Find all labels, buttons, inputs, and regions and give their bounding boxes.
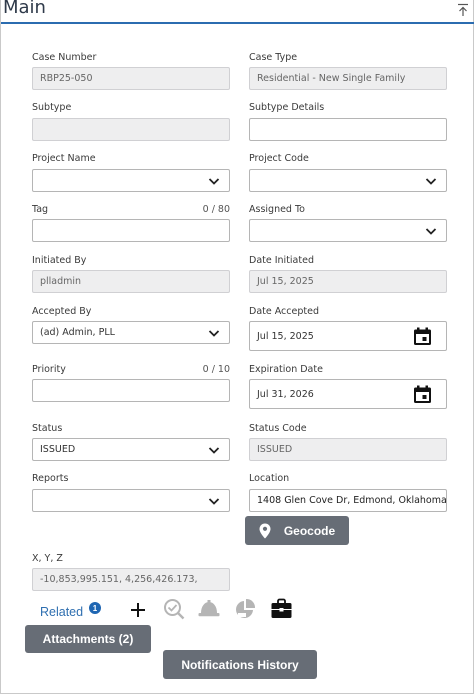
status-code-label: Status Code — [249, 423, 307, 434]
expiration-date-label: Expiration Date — [249, 364, 323, 375]
chevron-down-icon — [425, 178, 437, 185]
assigned-to-label: Assigned To — [249, 204, 305, 215]
chevron-down-icon — [425, 228, 437, 235]
attachments-button[interactable]: Attachments (2) — [25, 625, 151, 653]
subtype-field — [32, 118, 230, 141]
notifications-history-label: Notifications History — [181, 657, 299, 672]
date-initiated-label: Date Initiated — [249, 255, 314, 266]
date-accepted-label: Date Accepted — [249, 306, 319, 317]
case-number-label: Case Number — [32, 52, 97, 63]
case-number-field: RBP25-050 — [32, 67, 230, 90]
location-input[interactable]: 1408 Glen Cove Dr, Edmond, Oklahoma, 73 — [249, 489, 447, 512]
status-code-value: ISSUED — [257, 444, 293, 455]
date-accepted-input[interactable]: Jul 15, 2025 — [249, 321, 447, 351]
tag-label: Tag — [32, 204, 49, 215]
chevron-down-icon — [208, 178, 220, 185]
status-dropdown[interactable]: ISSUED — [32, 438, 230, 461]
initiated-by-field: plladmin — [32, 270, 230, 293]
accepted-by-dropdown[interactable]: (ad) Admin, PLL — [32, 321, 230, 344]
case-number-value: RBP25-050 — [40, 73, 93, 84]
case-type-field: Residential - New Single Family — [249, 67, 447, 90]
expiration-date-input[interactable]: Jul 31, 2026 — [249, 379, 447, 409]
case-type-label: Case Type — [249, 52, 298, 63]
calendar-icon[interactable] — [413, 385, 432, 404]
initiated-by-label: Initiated By — [32, 255, 87, 266]
date-accepted-value: Jul 15, 2025 — [257, 330, 314, 342]
subtype-label: Subtype — [32, 102, 72, 113]
main-panel: Main Case Number RBP25-050 Case Type Res… — [0, 0, 474, 694]
initiated-by-value: plladmin — [40, 276, 82, 287]
related-link[interactable]: Related — [40, 605, 83, 619]
project-name-dropdown[interactable] — [32, 169, 230, 192]
status-label: Status — [32, 423, 63, 434]
notifications-history-button[interactable]: Notifications History — [163, 650, 317, 679]
project-code-label: Project Code — [249, 153, 309, 164]
pie-chart-icon[interactable] — [234, 598, 256, 620]
tag-input[interactable] — [32, 219, 230, 242]
priority-label: Priority — [32, 364, 66, 375]
expiration-date-value: Jul 31, 2026 — [257, 388, 314, 400]
accepted-by-label: Accepted By — [32, 306, 92, 317]
date-initiated-field: Jul 15, 2025 — [249, 270, 447, 293]
xyz-label: X, Y, Z — [32, 553, 63, 564]
calendar-icon[interactable] — [413, 327, 432, 346]
status-code-field: ISSUED — [249, 438, 447, 461]
project-name-label: Project Name — [32, 153, 96, 164]
status-value: ISSUED — [40, 444, 76, 455]
assigned-to-dropdown[interactable] — [249, 219, 447, 242]
section-title: Main — [3, 0, 46, 18]
related-count-badge: 1 — [89, 602, 101, 614]
tag-counter: 0 / 80 — [202, 204, 230, 215]
attachments-label: Attachments (2) — [42, 632, 134, 646]
reports-dropdown[interactable] — [32, 489, 230, 512]
xyz-field: -10,853,995.151, 4,256,426.173, — [32, 568, 230, 591]
chevron-down-icon — [208, 447, 220, 454]
geocode-button[interactable]: Geocode — [245, 516, 349, 545]
subtype-details-input[interactable] — [249, 118, 447, 141]
chevron-down-icon — [208, 498, 220, 505]
xyz-value: -10,853,995.151, 4,256,426.173, — [40, 574, 198, 585]
hard-hat-icon[interactable] — [197, 598, 221, 620]
section-header: Main — [1, 0, 474, 24]
accepted-by-value: (ad) Admin, PLL — [40, 327, 115, 338]
project-code-dropdown[interactable] — [249, 169, 447, 192]
reports-label: Reports — [32, 473, 69, 484]
plus-icon[interactable] — [130, 602, 146, 618]
priority-input[interactable] — [32, 379, 230, 402]
subtype-details-label: Subtype Details — [249, 102, 325, 113]
date-initiated-value: Jul 15, 2025 — [257, 276, 314, 287]
chevron-down-icon — [208, 330, 220, 337]
case-type-value: Residential - New Single Family — [257, 73, 406, 84]
location-value: 1408 Glen Cove Dr, Edmond, Oklahoma, 73 — [257, 495, 447, 506]
geocode-label: Geocode — [283, 523, 336, 538]
location-label: Location — [249, 473, 290, 484]
search-check-icon[interactable] — [163, 598, 185, 620]
map-pin-icon — [259, 523, 271, 538]
collapse-up-icon[interactable] — [457, 3, 469, 17]
priority-counter: 0 / 10 — [202, 364, 230, 375]
briefcase-icon[interactable] — [270, 598, 293, 620]
